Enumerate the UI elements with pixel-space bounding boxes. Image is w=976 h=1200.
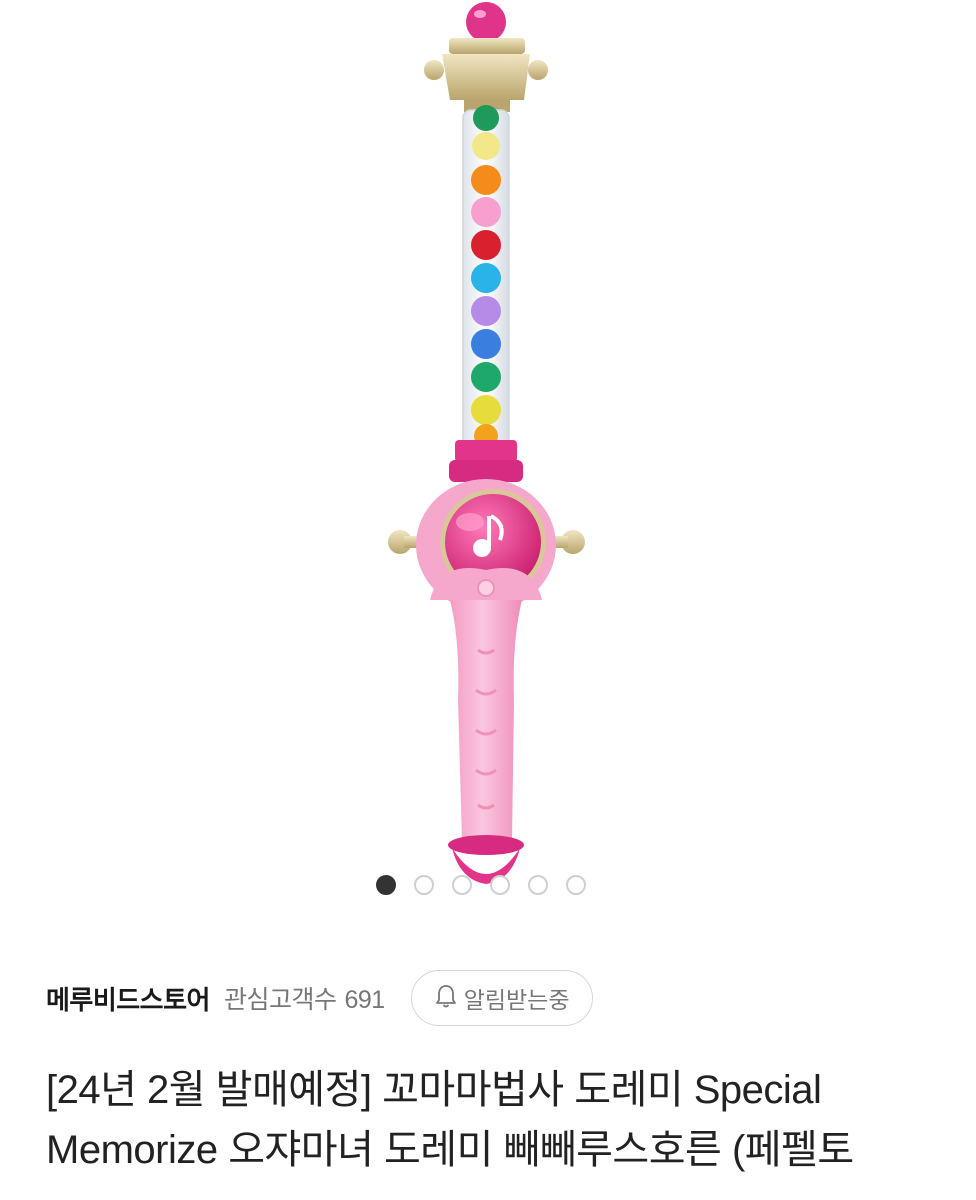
carousel-dot-5[interactable] — [528, 875, 548, 895]
carousel-dot-6[interactable] — [566, 875, 586, 895]
followers-info: 관심고객수 691 — [224, 980, 385, 1016]
followers-count: 691 — [344, 986, 385, 1014]
carousel-dot-2[interactable] — [414, 875, 434, 895]
product-image — [388, 2, 585, 884]
product-image-area[interactable] — [0, 0, 976, 930]
store-info-row: 메루비드스토어 관심고객수 691 알림받는중 — [46, 968, 593, 1028]
product-title-line-1: [24년 2월 발매예정] 꼬마마법사 도레미 Special — [46, 1068, 822, 1112]
carousel-dot-3[interactable] — [452, 875, 472, 895]
carousel-indicator — [376, 875, 586, 895]
carousel-dot-1[interactable] — [376, 875, 396, 895]
store-name[interactable]: 메루비드스토어 — [46, 980, 210, 1017]
product-title-line-2: Memorize 오쟈마녀 도레미 빼빼루스호른 (페펠토 — [46, 1128, 854, 1172]
bell-icon — [434, 983, 458, 1014]
product-title: [24년 2월 발매예정] 꼬마마법사 도레미 Special Memorize… — [46, 1060, 946, 1180]
notification-toggle-button[interactable]: 알림받는중 — [410, 970, 593, 1026]
notification-button-label: 알림받는중 — [463, 987, 570, 1013]
carousel-dot-4[interactable] — [490, 875, 510, 895]
followers-label: 관심고객수 — [223, 986, 337, 1014]
